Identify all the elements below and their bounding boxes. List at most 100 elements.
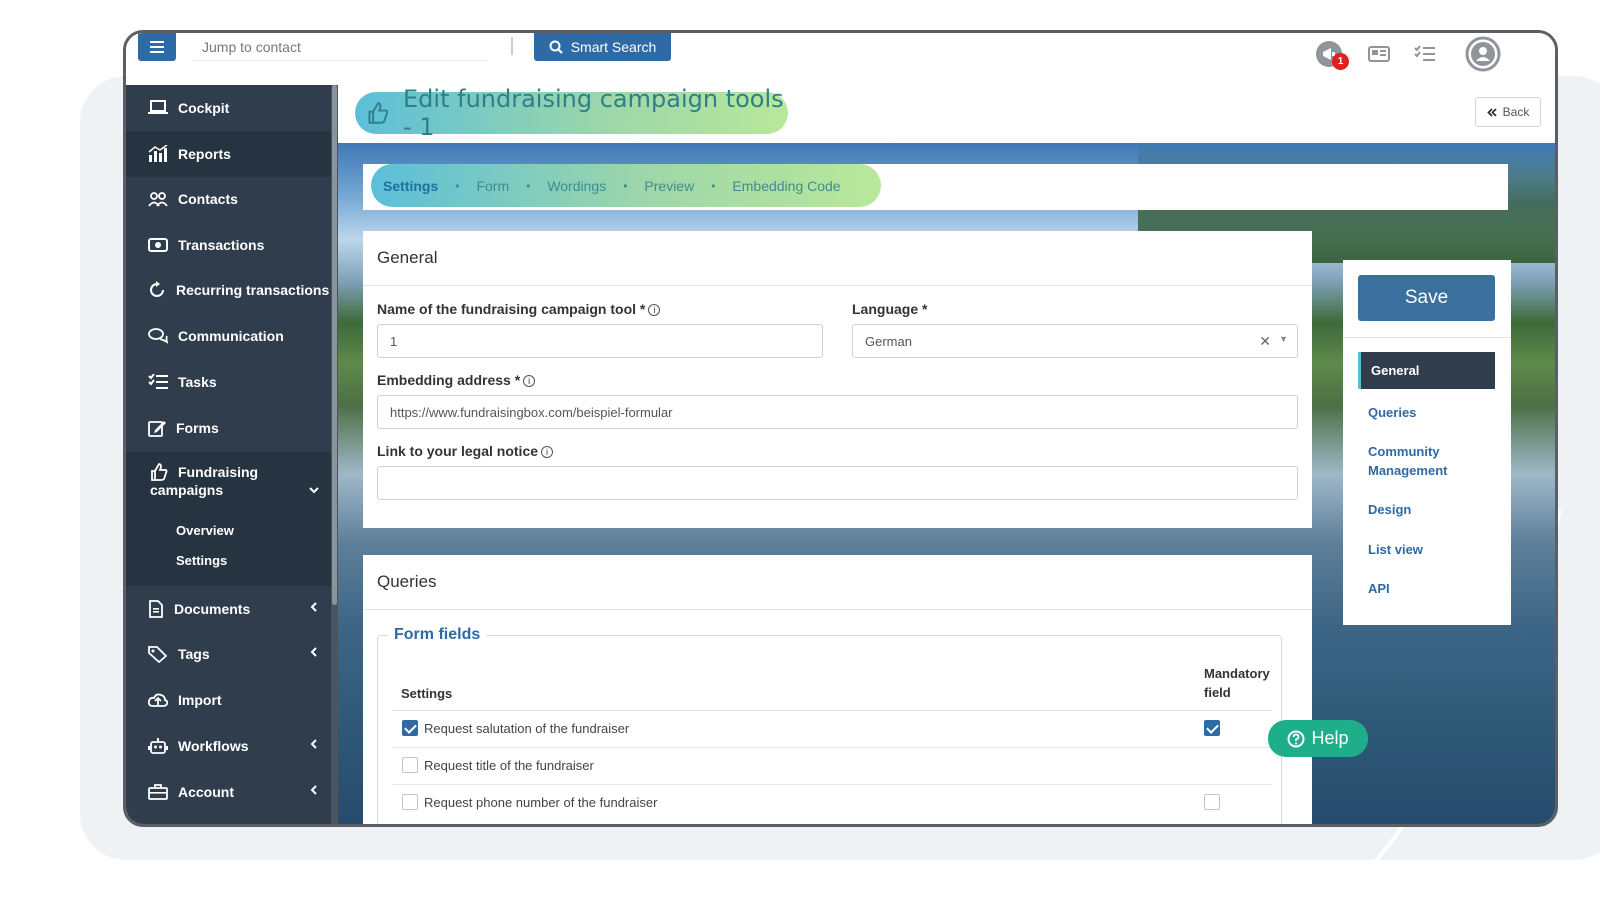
row-checkbox[interactable] — [402, 794, 418, 810]
name-field[interactable]: 1 — [377, 324, 823, 358]
menu-button[interactable] — [138, 33, 176, 61]
jump-to-contact-input[interactable] — [192, 33, 487, 61]
chart-icon — [148, 145, 168, 162]
tab-wordings[interactable]: Wordings — [547, 178, 606, 194]
users-icon — [148, 192, 168, 207]
chevron-left-icon — [310, 785, 317, 795]
queries-card: Queries Form fields Settings Mandatory f… — [363, 555, 1312, 824]
tab-settings[interactable]: Settings — [383, 178, 438, 194]
checklist-icon — [1414, 45, 1435, 61]
sidebar-item-label: Cockpit — [178, 100, 230, 116]
table-row: Request salutation of the fundraiser — [392, 710, 1272, 747]
briefcase-icon — [148, 784, 168, 800]
sidebar-item-account[interactable]: Account — [126, 769, 331, 815]
sidebar-subitem-overview[interactable]: Overview — [176, 523, 234, 538]
section-nav-design[interactable]: Design — [1368, 500, 1411, 519]
language-field-label: Language * — [852, 301, 928, 317]
separator — [511, 37, 513, 55]
general-card: General Name of the fundraising campaign… — [363, 231, 1312, 528]
clear-icon[interactable]: ✕ — [1259, 333, 1271, 350]
avatar-icon — [1465, 36, 1501, 72]
table-row: Request title of the fundraiser — [392, 747, 1272, 784]
sidebar-item-label: Import — [178, 692, 222, 708]
upload-icon — [148, 693, 168, 707]
tab-separator: • — [526, 178, 531, 193]
info-icon[interactable]: i — [523, 375, 536, 387]
news-button[interactable] — [1364, 39, 1394, 69]
form-fields-legend: Form fields — [388, 626, 487, 644]
column-header-mandatory: Mandatory — [1204, 666, 1270, 681]
row-checkbox[interactable] — [402, 720, 418, 736]
column-header-settings: Settings — [401, 686, 453, 701]
tab-form[interactable]: Form — [476, 178, 509, 194]
embedding-field-label-text: Embedding address * — [377, 372, 521, 388]
sidebar-item-workflows[interactable]: Workflows — [126, 723, 331, 769]
sidebar-item-label: Fundraising — [178, 464, 259, 480]
section-nav-panel: Save General Queries Community Managemen… — [1343, 260, 1511, 625]
chevron-left-icon — [310, 602, 317, 612]
sidebar-item-label: Forms — [176, 420, 219, 436]
sidebar-subitem-settings[interactable]: Settings — [176, 553, 227, 568]
table-row: Request phone number of the fundraiser — [392, 784, 1272, 821]
sidebar-item-fundraising-campaigns[interactable]: Fundraising — [150, 463, 258, 481]
info-icon[interactable]: i — [541, 446, 554, 458]
section-nav-queries[interactable]: Queries — [1368, 403, 1416, 422]
sidebar-item-label: Documents — [174, 601, 251, 617]
sidebar-group-fundraising: Fundraising campaigns Overview Settings — [126, 452, 331, 586]
sidebar-item-communication[interactable]: Communication — [126, 313, 331, 359]
sidebar-item-reports[interactable]: Reports — [126, 131, 331, 177]
tab-separator: • — [623, 178, 628, 193]
sidebar-item-cockpit[interactable]: Cockpit — [126, 85, 331, 131]
section-nav-api[interactable]: API — [1368, 579, 1390, 598]
sidebar-item-label: Communication — [178, 328, 284, 344]
language-selected-value: German — [865, 333, 912, 349]
section-nav-list-view[interactable]: List view — [1368, 540, 1423, 559]
back-button[interactable]: Back — [1475, 97, 1541, 127]
row-checkbox[interactable] — [402, 757, 418, 773]
legal-notice-field[interactable] — [377, 466, 1298, 500]
scrollbar-thumb[interactable] — [332, 85, 337, 605]
sidebar-item-tags[interactable]: Tags — [126, 631, 331, 677]
language-select[interactable]: German ✕ ▼ — [852, 324, 1298, 358]
sidebar-item-forms[interactable]: Forms — [126, 405, 331, 451]
sidebar-item-transactions[interactable]: Transactions — [126, 222, 331, 268]
caret-down-icon[interactable]: ▼ — [1279, 334, 1288, 344]
task-list-button[interactable] — [1410, 39, 1440, 69]
help-button[interactable]: Help — [1268, 720, 1368, 757]
newspaper-icon — [1368, 46, 1390, 62]
sidebar-item-contacts[interactable]: Contacts — [126, 176, 331, 222]
sidebar-scrollbar[interactable] — [331, 85, 338, 824]
notification-badge: 1 — [1332, 53, 1349, 70]
sidebar-item-label: Account — [178, 784, 234, 800]
back-label: Back — [1502, 105, 1530, 119]
page-title-pill: Edit fundraising campaign tools - 1 — [355, 85, 788, 141]
tasks-icon — [148, 374, 168, 389]
document-icon — [149, 600, 163, 618]
sidebar-item-documents[interactable]: Documents — [126, 586, 331, 632]
sidebar-item-recurring-transactions[interactable]: Recurring transactions — [126, 267, 331, 313]
column-header-mandatory-line2: field — [1204, 685, 1231, 700]
save-button[interactable]: Save — [1358, 275, 1495, 321]
top-bar: Smart Search 1 — [126, 33, 1555, 87]
queries-heading: Queries — [363, 555, 1312, 610]
mandatory-checkbox[interactable] — [1204, 720, 1220, 736]
notifications-button[interactable]: 1 — [1314, 39, 1349, 70]
tab-preview[interactable]: Preview — [644, 178, 694, 194]
mandatory-checkbox[interactable] — [1204, 794, 1220, 810]
general-heading: General — [363, 231, 1312, 286]
tab-embedding-code[interactable]: Embedding Code — [732, 178, 840, 194]
embedding-address-field[interactable]: https://www.fundraisingbox.com/beispiel-… — [377, 395, 1298, 429]
page-title: Edit fundraising campaign tools - 1 — [403, 85, 784, 141]
embedding-field-label: Embedding address * i — [377, 372, 536, 388]
help-label: Help — [1311, 728, 1349, 748]
section-nav-general[interactable]: General — [1358, 352, 1495, 389]
double-chevron-left-icon — [1486, 107, 1497, 117]
smart-search-button[interactable]: Smart Search — [534, 33, 671, 61]
info-icon[interactable]: i — [648, 304, 661, 316]
section-nav-community-management[interactable]: Community Management — [1368, 442, 1478, 480]
sidebar-item-tasks[interactable]: Tasks — [126, 359, 331, 405]
sidebar-item-import[interactable]: Import — [126, 677, 331, 723]
row-label: Request title of the fundraiser — [424, 758, 594, 773]
form-fields-fieldset: Form fields Settings Mandatory field Req… — [377, 626, 1282, 824]
user-avatar-button[interactable] — [1464, 35, 1502, 73]
